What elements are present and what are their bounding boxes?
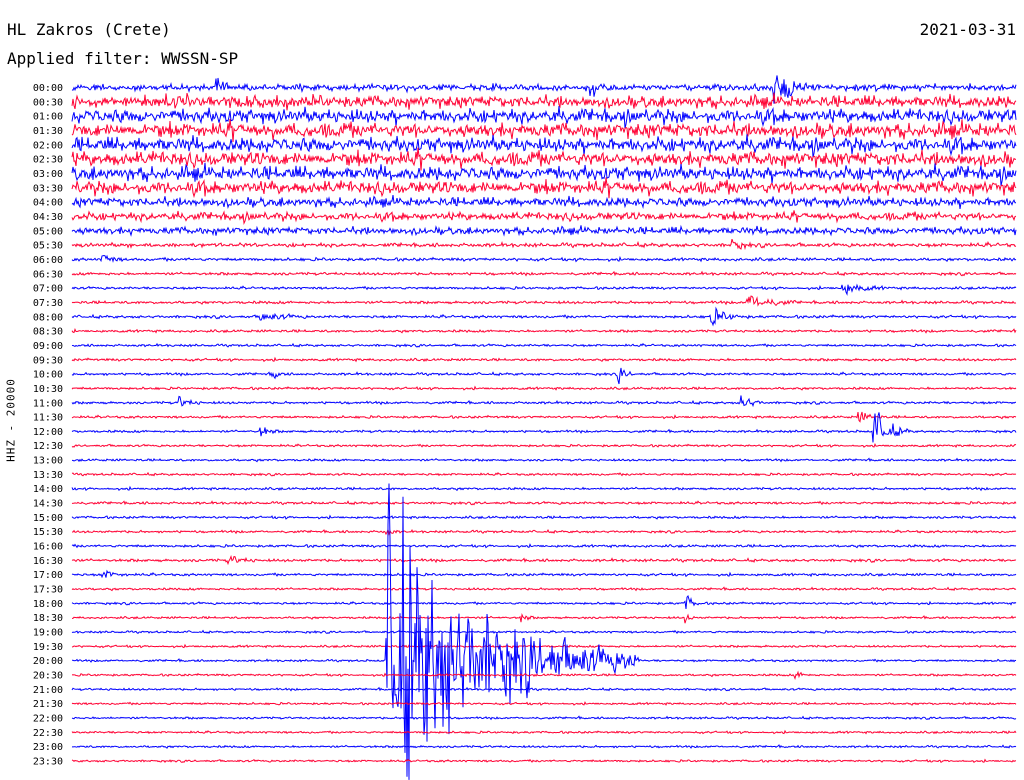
seismogram-trace <box>71 119 1017 143</box>
time-tick-label: 15:30 <box>33 527 63 538</box>
seismogram-trace <box>71 670 1017 680</box>
time-tick-label: 23:30 <box>33 757 63 768</box>
seismogram-trace <box>72 457 1017 463</box>
seismogram-trace <box>71 210 1017 226</box>
seismogram-trace <box>71 554 1017 566</box>
seismogram-trace <box>71 195 1016 209</box>
time-tick-label: 14:30 <box>33 499 63 510</box>
time-tick-label: 10:00 <box>33 370 63 381</box>
time-tick-label: 07:00 <box>33 284 63 295</box>
seismogram-trace <box>71 238 1017 251</box>
time-tick-label: 00:30 <box>33 97 63 108</box>
seismogram-trace <box>71 367 1017 385</box>
seismogram-trace <box>71 485 1017 492</box>
time-tick-label: 12:00 <box>33 427 63 438</box>
time-tick-label: 17:30 <box>33 585 63 596</box>
seismogram-trace <box>71 442 1017 449</box>
seismogram-trace <box>71 471 1017 477</box>
seismogram-trace <box>71 385 1017 391</box>
seismogram-trace <box>71 729 1017 735</box>
seismogram-trace <box>72 613 1017 624</box>
time-tick-label: 17:00 <box>33 570 63 581</box>
seismogram-trace <box>71 514 1017 520</box>
time-tick-label: 08:30 <box>33 327 63 338</box>
seismogram-trace <box>71 758 1017 764</box>
time-tick-label: 16:30 <box>33 556 63 567</box>
time-tick-label: 11:30 <box>33 413 63 424</box>
time-tick-label: 23:00 <box>33 742 63 753</box>
seismogram-trace <box>71 295 1017 307</box>
seismogram-trace <box>71 586 1017 592</box>
seismogram-trace <box>71 92 1017 111</box>
time-tick-label: 02:00 <box>33 140 63 151</box>
time-tick-label: 06:30 <box>33 269 63 280</box>
time-tick-label: 13:00 <box>33 456 63 467</box>
seismogram-trace <box>71 328 1017 334</box>
seismogram-trace <box>71 569 1017 579</box>
time-tick-label: 10:30 <box>33 384 63 395</box>
seismogram-trace <box>71 744 1017 749</box>
time-tick-label: 05:30 <box>33 241 63 252</box>
seismogram-trace <box>71 306 1017 327</box>
time-tick-label: 22:30 <box>33 728 63 739</box>
time-tick-label: 04:30 <box>33 212 63 223</box>
time-tick-label: 19:00 <box>33 628 63 639</box>
time-tick-label: 20:00 <box>33 656 63 667</box>
seismogram-trace <box>71 629 1017 635</box>
time-tick-label: 01:00 <box>33 112 63 123</box>
seismogram-trace <box>71 643 1017 649</box>
time-tick-label: 00:00 <box>33 83 63 94</box>
time-tick-label: 12:30 <box>33 441 63 452</box>
seismogram-trace <box>71 270 1017 277</box>
time-tick-label: 15:00 <box>33 513 63 524</box>
time-tick-label: 01:30 <box>33 126 63 137</box>
time-tick-label: 13:30 <box>33 470 63 481</box>
time-tick-label: 14:00 <box>33 484 63 495</box>
time-tick-label: 20:30 <box>33 671 63 682</box>
time-tick-label: 04:00 <box>33 198 63 209</box>
seismogram-trace <box>71 342 1017 348</box>
time-tick-label: 19:30 <box>33 642 63 653</box>
time-tick-label: 21:30 <box>33 699 63 710</box>
time-label-group: 00:00 00:30 01:00 01:30 02:00 02:30 03:00 03:30… <box>33 83 63 768</box>
seismogram-trace <box>71 543 1017 549</box>
seismogram-trace <box>71 283 1017 296</box>
time-tick-label: 11:00 <box>33 398 63 409</box>
trace-group <box>71 75 1017 780</box>
time-tick-label: 09:30 <box>33 355 63 366</box>
helicorder-plot: 00:00 00:30 01:00 01:30 02:00 02:30 03:00 03:30… <box>33 75 1017 780</box>
seismogram-trace <box>71 686 1017 692</box>
time-tick-label: 09:00 <box>33 341 63 352</box>
seismogram-trace <box>71 356 1017 363</box>
time-tick-label: 05:00 <box>33 226 63 237</box>
time-tick-label: 22:00 <box>33 714 63 725</box>
time-tick-label: 16:00 <box>33 542 63 553</box>
time-tick-label: 18:30 <box>33 613 63 624</box>
seismogram-trace <box>71 594 1017 609</box>
seismogram-trace <box>71 395 1017 408</box>
time-tick-label: 18:00 <box>33 599 63 610</box>
time-tick-label: 07:30 <box>33 298 63 309</box>
time-tick-label: 02:30 <box>33 155 63 166</box>
time-tick-label: 21:00 <box>33 685 63 696</box>
time-tick-label: 06:00 <box>33 255 63 266</box>
seismogram-trace <box>71 177 1017 199</box>
seismogram-trace <box>71 224 1017 237</box>
seismogram-trace <box>71 162 1017 186</box>
seismogram-trace <box>71 134 1017 158</box>
seismogram-trace <box>71 254 1017 263</box>
time-tick-label: 08:00 <box>33 312 63 323</box>
seismogram-trace <box>72 528 1017 536</box>
time-tick-label: 03:00 <box>33 169 63 180</box>
time-tick-label: 03:30 <box>33 183 63 194</box>
seismogram-trace <box>71 147 1017 171</box>
seismogram-trace <box>71 715 1017 721</box>
seismogram-trace <box>71 500 1017 506</box>
seismogram-trace <box>71 701 1017 706</box>
